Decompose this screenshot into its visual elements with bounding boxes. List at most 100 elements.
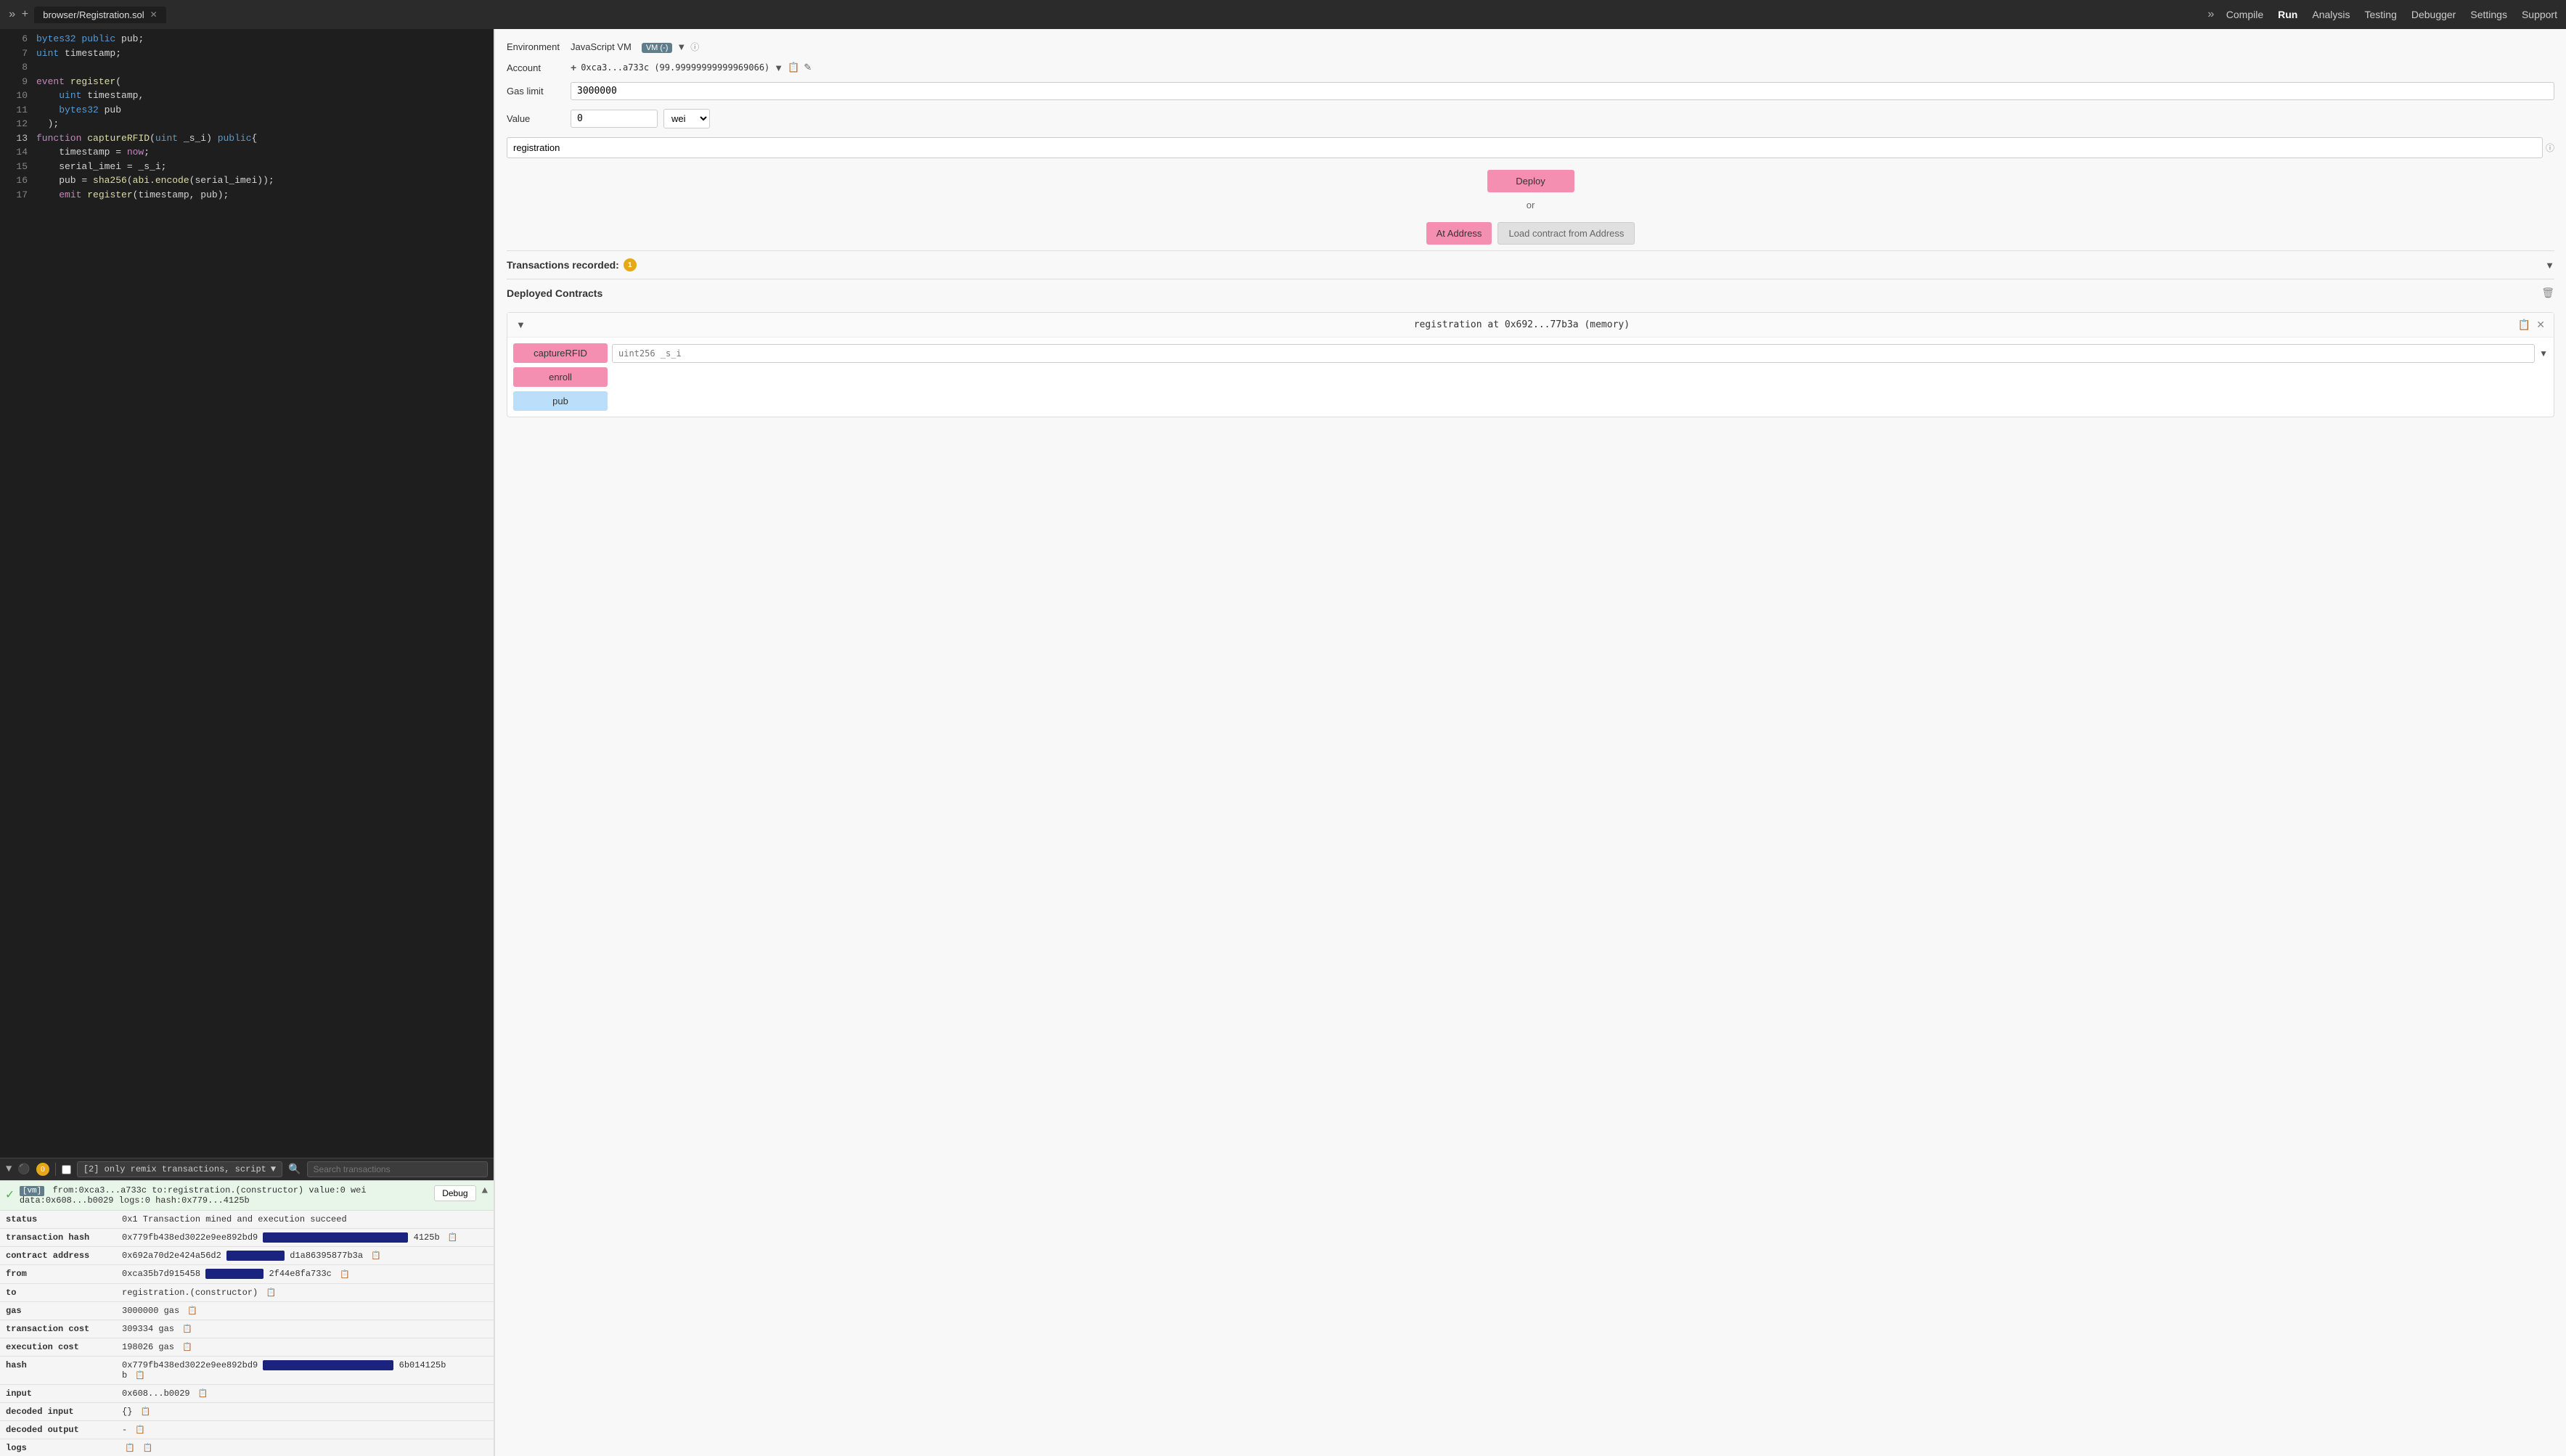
env-value: JavaScript VM [571,41,632,52]
tab-close-icon[interactable]: ✕ [150,9,158,20]
editor-tab[interactable]: browser/Registration.sol ✕ [34,7,166,23]
unit-select[interactable]: wei gwei ether [663,109,710,128]
code-line-8: 8 [0,60,494,75]
tx-hash-value: 0x779fb438ed3022e9ee892bd9 4125b 📋 [116,1229,494,1247]
nav-analysis[interactable]: Analysis [2312,9,2350,20]
capture-rfid-input[interactable] [612,344,2535,363]
instance-chevron-icon[interactable]: ▼ [516,319,526,330]
account-dropdown-icon[interactable]: ▼ [774,62,783,73]
environment-label: Environment [507,41,565,52]
copy-icon-10[interactable]: 📋 [141,1408,151,1417]
contract-info-icon[interactable]: ⓘ [2546,142,2554,154]
copy-icon-4[interactable]: 📋 [266,1289,276,1298]
account-copy-icon[interactable]: 📋 [788,62,799,73]
value-input[interactable] [571,110,658,128]
code-line-14: 14 timestamp = now; [0,145,494,160]
account-plus-icon[interactable]: + [571,62,576,73]
deploy-button[interactable]: Deploy [1487,170,1574,192]
console-panel: ✓ [vm] from:0xca3...a733c to:registratio… [0,1180,494,1456]
tx-cost-label: transaction cost [0,1320,116,1338]
pub-button[interactable]: pub [513,391,608,411]
load-contract-button[interactable]: Load contract from Address [1497,222,1635,245]
copy-icon-8[interactable]: 📋 [135,1372,145,1381]
nav-run[interactable]: Run [2278,9,2297,20]
search-input[interactable] [314,1164,481,1174]
transaction-count-badge: 0 [36,1163,49,1176]
transactions-collapse-icon[interactable]: ▼ [2545,260,2554,271]
status-value: 0x1 Transaction mined and execution succ… [116,1211,494,1229]
table-row: transaction cost 309334 gas 📋 [0,1320,494,1338]
table-row: hash 0x779fb438ed3022e9ee892bd9 6b014125… [0,1356,494,1384]
instance-close-icon[interactable]: ✕ [2536,319,2545,331]
nav-debugger[interactable]: Debugger [2411,9,2456,20]
nav-forward-icon[interactable]: » [9,8,16,21]
at-address-button[interactable]: At Address [1426,222,1492,245]
capture-rfid-chevron[interactable]: ▼ [2539,348,2548,359]
deployed-contracts-section: Deployed Contracts 🗑 [507,279,2554,306]
table-row: logs 📋 📋 [0,1439,494,1456]
logs-value: 📋 📋 [116,1439,494,1456]
code-line-15: 15 serial_imei = _s_i; [0,160,494,174]
from-label: from [0,1265,116,1283]
table-row: input 0x608...b0029 📋 [0,1384,494,1402]
capture-rfid-button[interactable]: captureRFID [513,343,608,363]
contract-fn-list: captureRFID ▼ enroll pub [507,338,2554,417]
code-editor[interactable]: 6 bytes32 public pub; 7 uint timestamp; … [0,29,494,1158]
nav-settings[interactable]: Settings [2470,9,2507,20]
nav-menu: Compile Run Analysis Testing Debugger Se… [2226,9,2557,20]
log-entry: ✓ [vm] from:0xca3...a733c to:registratio… [0,1181,494,1211]
code-line-17: 17 emit register(timestamp, pub); [0,188,494,203]
editor-panel: 6 bytes32 public pub; 7 uint timestamp; … [0,29,494,1456]
copy-icon-13[interactable]: 📋 [143,1444,153,1453]
filter-dropdown[interactable]: [2] only remix transactions, script ▼ [77,1161,282,1177]
gas-limit-label: Gas limit [507,86,565,97]
enroll-button[interactable]: enroll [513,367,608,387]
env-dropdown-icon[interactable]: ▼ [677,41,686,52]
env-info-icon[interactable]: ⓘ [690,41,699,53]
decoded-input-value: {} 📋 [116,1402,494,1420]
account-edit-icon[interactable]: ✎ [804,62,812,73]
contract-addr-label: contract address [0,1247,116,1265]
copy-icon-5[interactable]: 📋 [187,1307,197,1316]
nav-expand-icon[interactable]: » [2207,8,2215,21]
copy-icon-2[interactable]: 📋 [371,1252,381,1261]
nav-compile[interactable]: Compile [2226,9,2263,20]
nav-support[interactable]: Support [2522,9,2557,20]
copy-icon-12[interactable]: 📋 [125,1444,135,1453]
delete-all-icon[interactable]: 🗑 [2541,287,2554,299]
transactions-recorded-section: Transactions recorded: 1 ▼ [507,250,2554,279]
copy-icon[interactable]: 📋 [448,1234,458,1243]
tx-count-badge: 1 [624,258,637,271]
debug-button[interactable]: Debug [434,1185,475,1201]
deployed-contracts-title: Deployed Contracts [507,287,602,299]
copy-icon-11[interactable]: 📋 [135,1426,145,1435]
copy-icon-7[interactable]: 📋 [182,1343,192,1352]
exec-cost-label: execution cost [0,1338,116,1356]
contract-select[interactable]: registration [507,137,2543,158]
filter-checkbox[interactable] [62,1165,71,1174]
value-row: Value wei gwei ether [507,109,2554,128]
copy-icon-9[interactable]: 📋 [198,1390,208,1399]
checkbox-area [62,1165,71,1174]
copy-icon-6[interactable]: 📋 [182,1325,192,1334]
instance-copy-icon[interactable]: 📋 [2518,319,2530,331]
topnav: » + browser/Registration.sol ✕ » Compile… [0,0,2566,29]
vm-tag: [vm] [20,1186,44,1196]
table-row: decoded output - 📋 [0,1420,494,1439]
account-address: 0xca3...a733c (99.99999999999969066) [581,62,769,73]
address-row: At Address Load contract from Address [1426,222,1635,245]
collapse-icon[interactable]: ▲ [482,1185,488,1197]
transactions-recorded-title: Transactions recorded: 1 [507,258,637,271]
right-panel: Environment JavaScript VM VM (-) ▼ ⓘ Acc… [494,29,2566,1456]
chevron-down-icon[interactable]: ▼ [6,1163,12,1175]
contract-instance-header: ▼ registration at 0x692...77b3a (memory)… [507,313,2554,338]
new-file-icon[interactable]: + [22,8,29,21]
stop-icon[interactable]: ⚫ [17,1163,30,1176]
nav-testing[interactable]: Testing [2365,9,2397,20]
code-line-6: 6 bytes32 public pub; [0,32,494,46]
table-row: contract address 0x692a70d2e424a56d2 d1a… [0,1247,494,1265]
gas-limit-input[interactable] [571,82,2554,100]
copy-icon-3[interactable]: 📋 [340,1271,350,1280]
search-icon[interactable]: 🔍 [288,1163,301,1176]
table-row: status 0x1 Transaction mined and executi… [0,1211,494,1229]
